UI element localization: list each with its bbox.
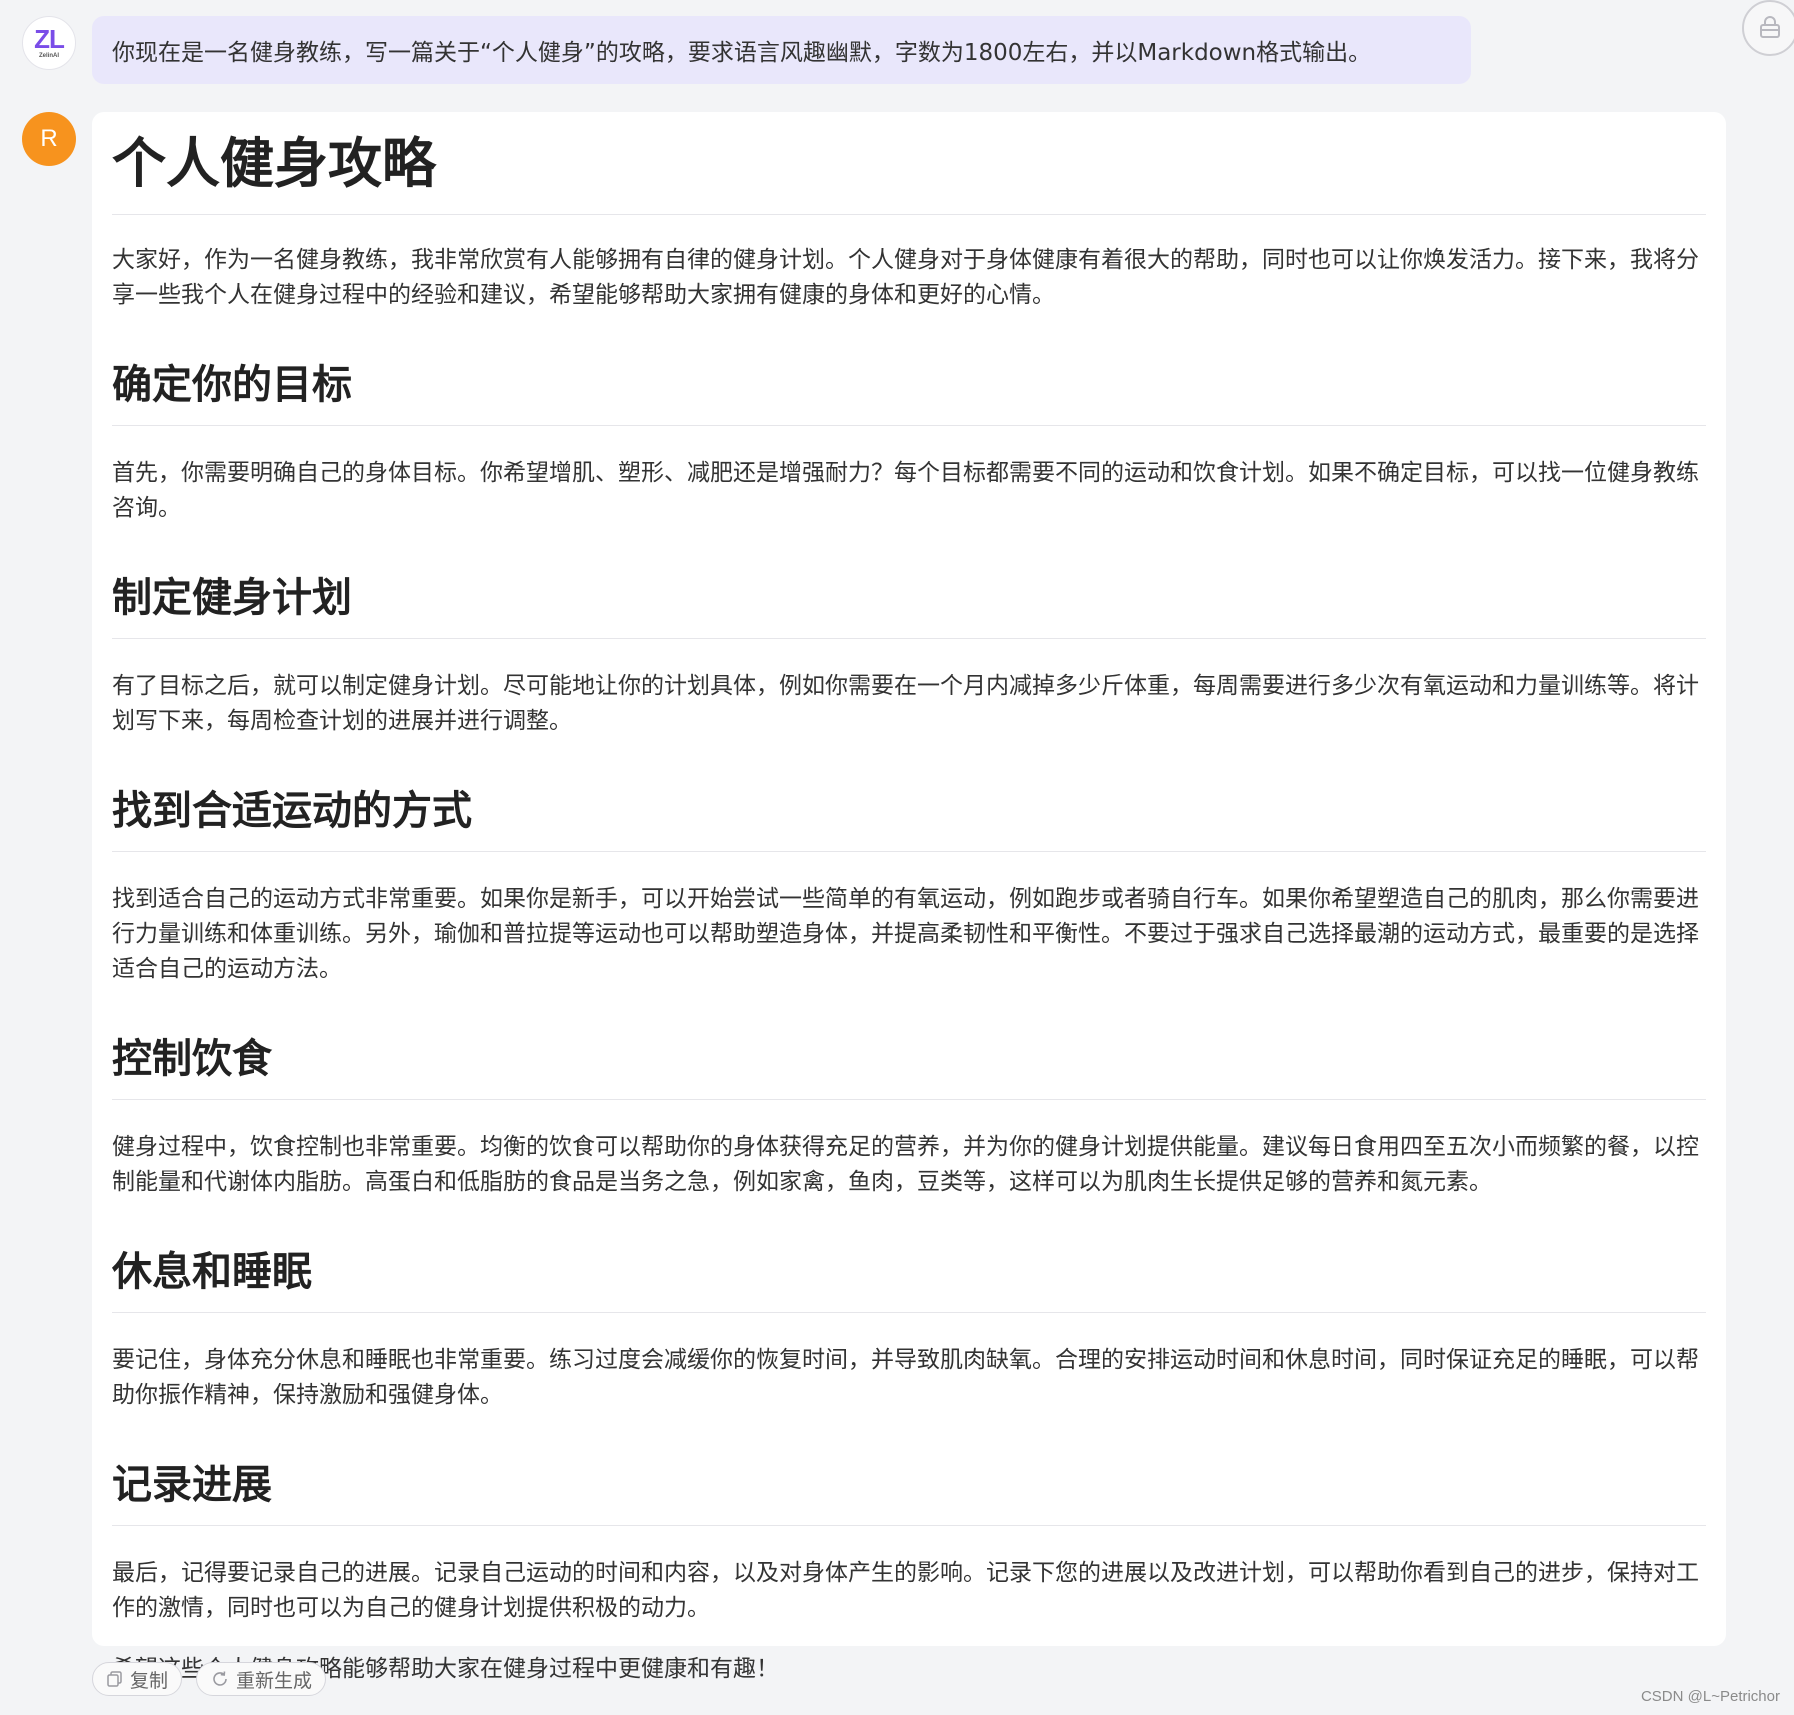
section-heading: 找到合适运动的方式 [112, 783, 1706, 852]
top-right-action-button[interactable] [1742, 0, 1794, 56]
section-heading: 休息和睡眠 [112, 1244, 1706, 1313]
closing-paragraph: 希望这些个人健身攻略能够帮助大家在健身过程中更健康和有趣！ [112, 1656, 779, 1682]
copy-button[interactable]: 复制 [92, 1662, 183, 1696]
zl-logo-subtext: ZelinAI [38, 53, 59, 59]
response-actions: 复制 重新生成 [92, 1662, 327, 1696]
copy-icon [106, 1670, 124, 1688]
regenerate-button-label: 重新生成 [236, 1669, 313, 1692]
section-paragraph: 找到适合自己的运动方式非常重要。如果你是新手，可以开始尝试一些简单的有氧运动，例… [112, 886, 1699, 982]
watermark: CSDN @L~Petrichor [1640, 1688, 1780, 1705]
section-paragraph: 健身过程中，饮食控制也非常重要。均衡的饮食可以帮助你的身体获得充足的营养，并为你… [112, 1134, 1699, 1195]
section-paragraph: 首先，你需要明确自己的身体目标。你希望增肌、塑形、减肥还是增强耐力？每个目标都需… [112, 460, 1699, 521]
response-title: 个人健身攻略 [112, 126, 1706, 215]
section-paragraph: 最后，记得要记录自己的进展。记录自己运动的时间和内容，以及对身体产生的影响。记录… [112, 1560, 1699, 1621]
section-paragraph: 有了目标之后，就可以制定健身计划。尽可能地让你的计划具体，例如你需要在一个月内减… [112, 673, 1699, 734]
zl-logo-mark: ZL [34, 24, 65, 54]
regenerate-button[interactable]: 重新生成 [196, 1662, 327, 1696]
section-paragraph: 要记住，身体充分休息和睡眠也非常重要。练习过度会减缓你的恢复时间，并导致肌肉缺氧… [112, 1347, 1699, 1408]
section-heading: 记录进展 [112, 1457, 1706, 1526]
intro-paragraph: 大家好，作为一名健身教练，我非常欣赏有人能够拥有自律的健身计划。个人健身对于身体… [112, 247, 1699, 308]
section-heading: 确定你的目标 [112, 357, 1706, 426]
response-card: 个人健身攻略 大家好，作为一名健身教练，我非常欣赏有人能够拥有自律的健身计划。个… [92, 112, 1726, 1682]
section-heading: 控制饮食 [112, 1031, 1706, 1100]
user-prompt-row: ZL ZelinAI 你现在是一名健身教练，写一篇关于“个人健身”的攻略，要求语… [22, 16, 1471, 84]
bag-icon [1760, 16, 1780, 38]
copy-button-label: 复制 [130, 1669, 169, 1692]
refresh-icon [210, 1669, 230, 1689]
zelinai-logo-avatar: ZL ZelinAI [22, 16, 76, 70]
section-heading: 制定健身计划 [112, 570, 1706, 639]
user-prompt-bubble: 你现在是一名健身教练，写一篇关于“个人健身”的攻略，要求语言风趣幽默，字数为18… [92, 16, 1471, 84]
user-avatar: R [22, 112, 76, 166]
chat-page: ZL ZelinAI 你现在是一名健身教练，写一篇关于“个人健身”的攻略，要求语… [0, 0, 1794, 1715]
assistant-response-row: R 个人健身攻略 大家好，作为一名健身教练，我非常欣赏有人能够拥有自律的健身计划… [22, 112, 1726, 1682]
